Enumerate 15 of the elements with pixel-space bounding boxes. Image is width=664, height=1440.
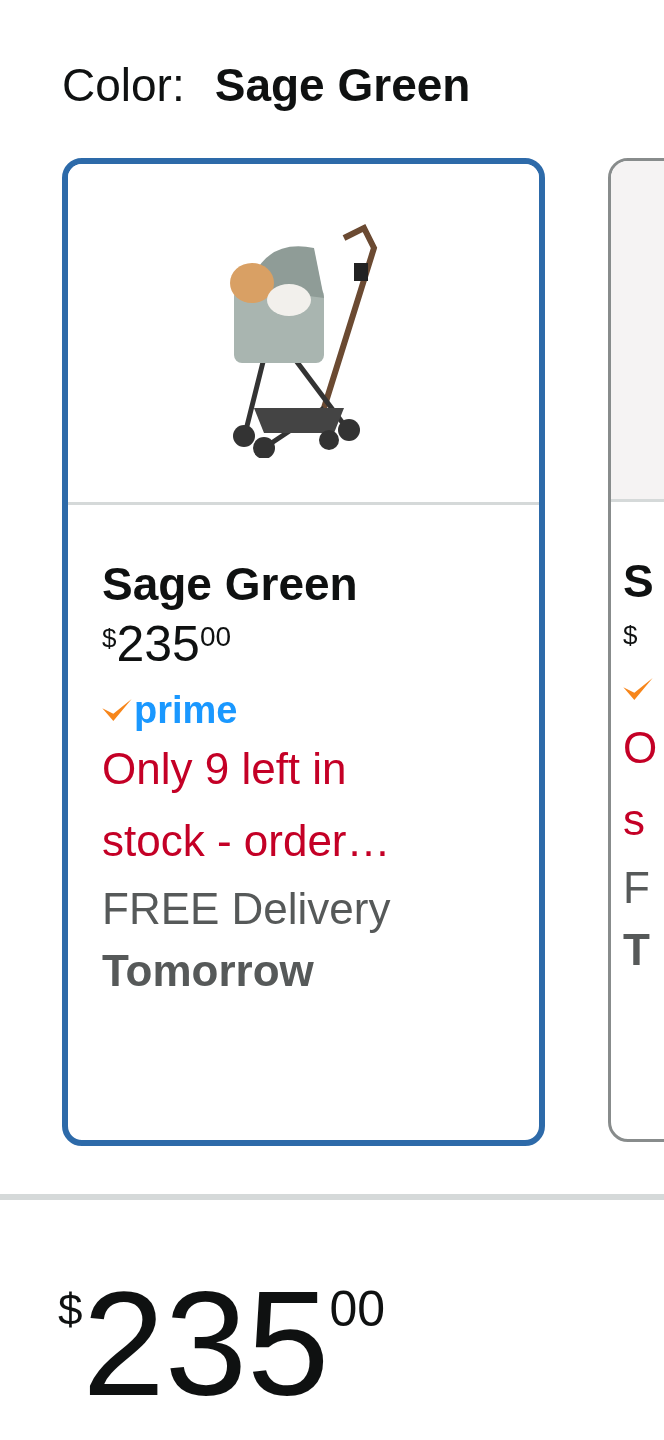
check-icon xyxy=(623,678,653,700)
delivery-text: F xyxy=(623,862,650,914)
color-value: Sage Green xyxy=(214,58,471,112)
check-icon xyxy=(102,699,132,721)
color-label: Color: xyxy=(62,58,185,112)
stock-warning: Only 9 left in stock - order… xyxy=(102,743,392,867)
stock-warning: O s xyxy=(623,722,653,846)
color-swatch-card[interactable]: S $ O s F T xyxy=(608,158,664,1142)
price: $ xyxy=(623,619,638,648)
prime-logo: prime xyxy=(134,691,238,729)
delivery-text: FREE Delivery xyxy=(102,883,391,935)
delivery-date: Tomorrow xyxy=(102,945,314,997)
delivery-date: T xyxy=(623,924,650,976)
swatch-name: Sage Green xyxy=(102,557,358,612)
swatch-name: S xyxy=(623,554,654,609)
